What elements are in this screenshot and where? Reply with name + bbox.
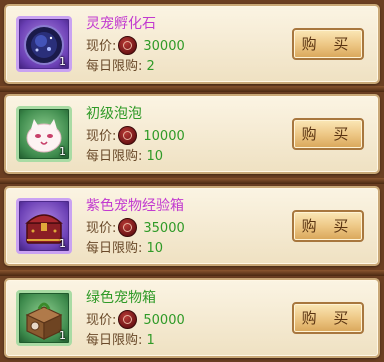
price-value: 30000: [143, 39, 185, 54]
price-label: 现价:: [86, 39, 117, 54]
currency-coin-icon: [118, 126, 138, 145]
price-value: 50000: [143, 313, 185, 328]
item-slot[interactable]: 1: [16, 16, 72, 72]
limit-value: 10: [146, 149, 164, 164]
limit-label: 每日限购:: [86, 241, 143, 256]
limit-value: 2: [146, 59, 155, 74]
limit-label: 每日限购:: [86, 149, 143, 164]
price-label: 现价:: [86, 129, 117, 144]
item-slot[interactable]: 1: [16, 106, 72, 162]
limit-value: 1: [146, 333, 155, 348]
item-name: 初级泡泡: [86, 106, 142, 122]
price-row: 现价: 50000: [86, 310, 185, 329]
price-row: 现价: 35000: [86, 218, 185, 237]
item-quantity: 1: [59, 329, 66, 342]
shop-item-card: 1 紫色宠物经验箱 现价: 35000 每日限购: 10 购 买: [4, 186, 380, 266]
buy-button[interactable]: 购 买: [292, 302, 364, 334]
limit-row: 每日限购: 2: [86, 59, 155, 75]
shelf-divider: [0, 178, 384, 184]
shelf-divider: [0, 270, 384, 276]
buy-button[interactable]: 购 买: [292, 210, 364, 242]
item-name: 紫色宠物经验箱: [86, 198, 184, 214]
item-quantity: 1: [59, 145, 66, 158]
currency-coin-icon: [118, 310, 138, 329]
price-value: 35000: [143, 221, 185, 236]
price-value: 10000: [143, 129, 185, 144]
buy-button[interactable]: 购 买: [292, 28, 364, 60]
price-row: 现价: 10000: [86, 126, 185, 145]
price-label: 现价:: [86, 221, 117, 236]
limit-label: 每日限购:: [86, 59, 143, 74]
item-name: 灵宠孵化石: [86, 16, 156, 32]
limit-value: 10: [146, 241, 164, 256]
buy-button[interactable]: 购 买: [292, 118, 364, 150]
currency-coin-icon: [118, 36, 138, 55]
currency-coin-icon: [118, 218, 138, 237]
limit-row: 每日限购: 1: [86, 333, 155, 349]
shop-item-card: 1 初级泡泡 现价: 10000 每日限购: 10 购 买: [4, 94, 380, 174]
item-slot[interactable]: 1: [16, 290, 72, 346]
item-name: 绿色宠物箱: [86, 290, 156, 306]
limit-row: 每日限购: 10: [86, 149, 163, 165]
item-quantity: 1: [59, 55, 66, 68]
shelf-divider: [0, 86, 384, 92]
shop-item-card: 1 灵宠孵化石 现价: 30000 每日限购: 2 购 买: [4, 4, 380, 84]
price-row: 现价: 30000: [86, 36, 185, 55]
price-label: 现价:: [86, 313, 117, 328]
limit-row: 每日限购: 10: [86, 241, 163, 257]
item-quantity: 1: [59, 237, 66, 250]
limit-label: 每日限购:: [86, 333, 143, 348]
shop-item-card: 1 绿色宠物箱 现价: 50000 每日限购: 1 购 买: [4, 278, 380, 358]
item-slot[interactable]: 1: [16, 198, 72, 254]
